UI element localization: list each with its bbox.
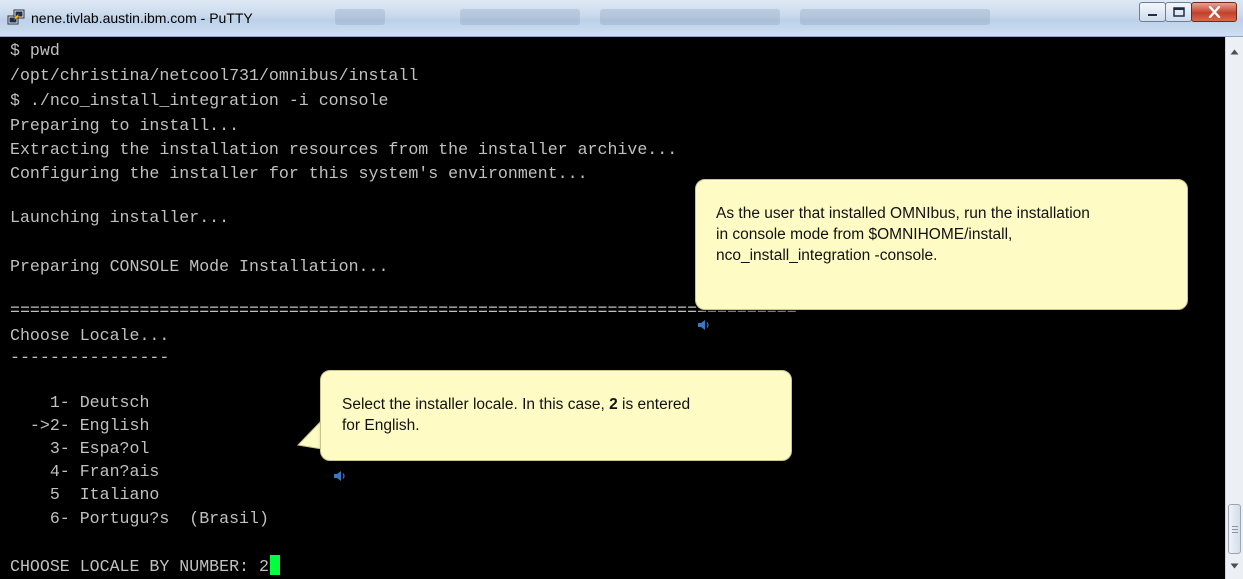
background-artifact [600,9,780,25]
terminal-line: 1- Deutsch [10,393,150,412]
putty-icon[interactable] [7,9,25,27]
thumb-grip [1232,529,1238,530]
maximize-icon [1172,7,1185,17]
scrollbar-thumb[interactable] [1228,504,1241,554]
minimize-button[interactable] [1139,2,1166,22]
terminal-line: ---------------- [10,348,170,367]
scroll-down-button[interactable] [1226,557,1243,574]
terminal-line: ========================================… [10,301,797,320]
vertical-scrollbar[interactable] [1225,37,1243,579]
terminal-prompt-text: CHOOSE LOCALE BY NUMBER: 2 [10,557,269,576]
callout-text-line: in console mode from $OMNIHOME/install, [716,226,1013,243]
terminal-prompt-line: CHOOSE LOCALE BY NUMBER: 2 [10,555,280,579]
thumb-grip [1232,532,1238,533]
close-icon [1208,6,1220,18]
background-artifact [335,9,385,25]
terminal-line: 5 Italiano [10,485,160,504]
terminal-line: $ ./nco_install_integration -i console [10,91,389,110]
speaker-icon[interactable] [333,470,347,482]
callout-text-line: nco_install_integration -console. [716,247,938,264]
title-bar[interactable]: nene.tivlab.austin.ibm.com - PuTTY [0,0,1243,37]
minimize-icon [1148,13,1157,16]
callout-text-line: Select the installer locale. In this cas… [342,394,690,415]
scroll-up-button[interactable] [1226,43,1243,60]
text-cursor [269,555,280,575]
terminal-line: 6- Portugu?s (Brasil) [10,509,269,528]
callout-text-line: As the user that installed OMNIbus, run … [716,205,1090,222]
callout-select-locale: Select the installer locale. In this cas… [320,370,792,461]
terminal-line: ->2- English [10,416,150,435]
terminal-line: 3- Espa?ol [10,439,150,458]
down-arrow-icon [1230,563,1239,568]
callout-text-part: is entered [617,396,691,413]
callout-text-part: Select the installer locale. In this cas… [342,396,610,413]
background-artifact [800,9,990,25]
terminal-line: /opt/christina/netcool731/omnibus/instal… [10,66,419,85]
terminal-line: Preparing CONSOLE Mode Installation... [10,257,389,276]
terminal-line: Preparing to install... [10,116,240,135]
callout-text-line: for English. [342,417,420,434]
speaker-icon[interactable] [697,319,711,331]
close-button[interactable] [1191,2,1237,22]
maximize-button[interactable] [1165,2,1192,22]
terminal-line: Extracting the installation resources fr… [10,140,678,159]
terminal-line: 4- Fran?ais [10,462,160,481]
callout-run-installer: As the user that installed OMNIbus, run … [695,179,1188,310]
up-arrow-icon [1230,49,1239,54]
terminal-line: Launching installer... [10,208,230,227]
terminal-line: Configuring the installer for this syste… [10,164,588,183]
window-title: nene.tivlab.austin.ibm.com - PuTTY [31,10,253,26]
terminal-line: $ pwd [10,41,60,60]
terminal-line: Choose Locale... [10,326,170,345]
background-artifact [460,9,580,25]
window-controls [1139,2,1237,24]
callout-emphasis: 2 [609,396,618,413]
thumb-grip [1232,526,1238,527]
